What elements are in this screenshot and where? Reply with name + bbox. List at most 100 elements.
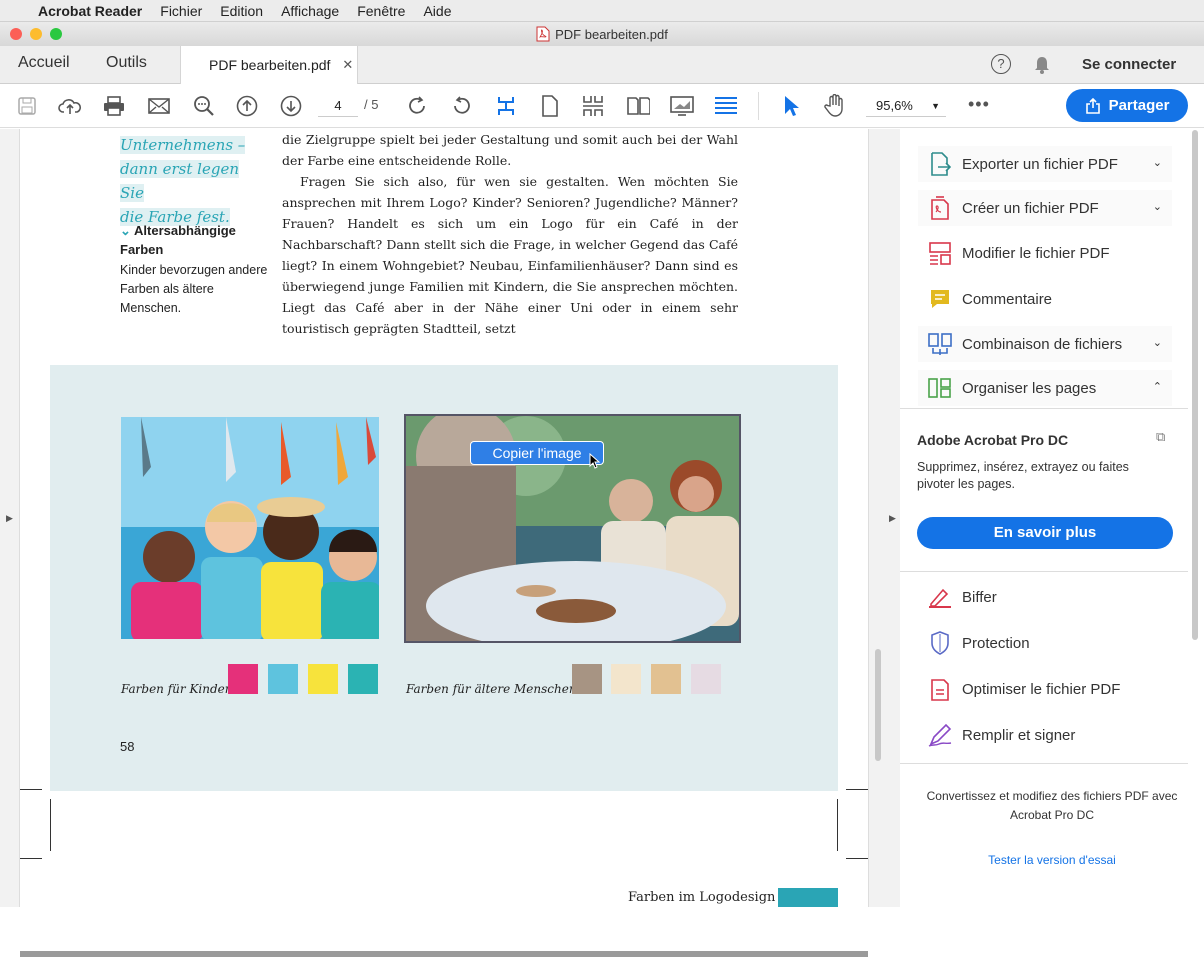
zoom-out-icon[interactable]: [192, 94, 216, 118]
pull-quote: Unternehmens – dann erst legen Sie die F…: [120, 133, 260, 229]
zoom-select[interactable]: 95,6% ▼: [866, 95, 946, 117]
notification-bell-icon[interactable]: [1033, 55, 1051, 75]
menu-affichage[interactable]: Affichage: [281, 3, 339, 19]
window-controls: [10, 28, 62, 40]
page-number: 58: [120, 739, 135, 754]
learn-more-button[interactable]: En savoir plus: [917, 517, 1173, 549]
page-number-input[interactable]: 4: [318, 95, 358, 117]
sign-in-button[interactable]: Se connecter: [1082, 56, 1176, 73]
copy-image-context-menu[interactable]: Copier l'image: [470, 441, 604, 465]
chevron-down-icon[interactable]: ⌄: [1153, 156, 1162, 169]
menu-bar: Acrobat Reader Fichier Edition Affichage…: [0, 0, 1204, 22]
select-cursor-icon[interactable]: [779, 94, 803, 118]
close-tab-icon[interactable]: ✕: [342, 57, 353, 73]
share-button[interactable]: Partager: [1066, 89, 1188, 122]
pdf-file-icon: [536, 26, 550, 42]
tab-tools[interactable]: Outils: [106, 54, 147, 72]
print-icon[interactable]: [102, 94, 126, 118]
tool-optimize-pdf[interactable]: Optimiser le fichier PDF: [918, 671, 1172, 707]
body-text: die Zielgruppe spielt bei jeder Gestaltu…: [282, 129, 738, 339]
tool-edit-pdf[interactable]: Modifier le fichier PDF: [918, 235, 1172, 271]
menu-aide[interactable]: Aide: [423, 3, 451, 19]
color-swatch: [228, 664, 258, 694]
expand-right-icon[interactable]: ▶: [889, 513, 896, 524]
presentation-icon[interactable]: [670, 94, 694, 118]
divider: [900, 571, 1188, 572]
tool-label: Remplir et signer: [962, 726, 1076, 744]
more-options-icon[interactable]: •••: [968, 94, 990, 115]
color-swatch: [308, 664, 338, 694]
upload-cloud-icon[interactable]: [58, 94, 82, 118]
color-swatch: [268, 664, 298, 694]
crop-mark: [837, 799, 838, 851]
try-trial-link[interactable]: Tester la version d'essai: [917, 853, 1187, 867]
upgrade-note: Convertissez et modifiez des fichiers PD…: [926, 789, 1178, 822]
chevron-up-icon[interactable]: ⌃: [1153, 380, 1162, 393]
tool-fill-sign[interactable]: Remplir et signer: [918, 717, 1172, 753]
tool-label: Organiser les pages: [962, 379, 1097, 397]
caption-kids: Farben für Kinder: [121, 682, 231, 696]
save-icon[interactable]: [15, 94, 39, 118]
organize-pages-icon: [918, 376, 962, 400]
divider: [900, 408, 1188, 409]
hand-tool-icon[interactable]: [823, 94, 847, 118]
color-swatch: [611, 664, 641, 694]
help-icon[interactable]: ?: [991, 54, 1011, 74]
tab-document[interactable]: PDF bearbeiten.pdf ✕: [180, 46, 358, 84]
chevron-down-icon[interactable]: ⌄: [1153, 200, 1162, 213]
previous-page-icon[interactable]: [235, 94, 259, 118]
rotate-clockwise-icon[interactable]: [405, 94, 429, 118]
children-photo[interactable]: [121, 417, 379, 639]
tool-comment[interactable]: Commentaire: [918, 281, 1172, 317]
close-window-button[interactable]: [10, 28, 22, 40]
left-panel-toggle[interactable]: ▶: [0, 129, 20, 907]
toolbar-divider: [758, 92, 759, 120]
page-total: / 5: [364, 97, 379, 112]
two-page-icon[interactable]: [626, 94, 650, 118]
document-scrollbar[interactable]: [875, 649, 881, 761]
mail-icon[interactable]: [147, 94, 171, 118]
menu-edition[interactable]: Edition: [220, 3, 263, 19]
tool-organize-pages[interactable]: Organiser les pages ⌃: [918, 370, 1172, 406]
acrobat-pro-icon: ⧉: [1156, 429, 1166, 444]
promo-title: Adobe Acrobat Pro DC: [917, 432, 1069, 448]
page-separator: [20, 951, 868, 957]
side-heading-text: Altersabhängige Farben: [120, 223, 236, 257]
menu-app[interactable]: Acrobat Reader: [38, 3, 142, 19]
zoom-window-button[interactable]: [50, 28, 62, 40]
optimize-pdf-icon: [918, 677, 962, 701]
minimize-window-button[interactable]: [30, 28, 42, 40]
crop-mark: [846, 789, 868, 790]
crop-mark: [20, 858, 42, 859]
single-page-icon[interactable]: [538, 94, 562, 118]
tool-protect[interactable]: Protection: [918, 625, 1172, 661]
chevron-down-icon: ▼: [931, 101, 940, 111]
strike-icon: [918, 586, 962, 608]
expand-right-icon[interactable]: ▶: [6, 513, 13, 524]
crop-mark: [20, 789, 42, 790]
divider: [900, 763, 1188, 764]
rotate-counterclockwise-icon[interactable]: [450, 94, 474, 118]
side-body: Kinder bevorzugen andere Farben als älte…: [120, 263, 268, 315]
footer-color-bar: [778, 888, 838, 907]
color-swatch: [651, 664, 681, 694]
fit-width-icon[interactable]: [494, 94, 518, 118]
scroll-mode-icon[interactable]: [581, 94, 605, 118]
menu-fenetre[interactable]: Fenêtre: [357, 3, 405, 19]
tool-strike[interactable]: Biffer: [918, 579, 1172, 615]
zoom-value: 95,6%: [876, 98, 913, 113]
body-paragraph: Fragen Sie sich also, für wen sie gestal…: [282, 174, 738, 336]
window-title: PDF bearbeiten.pdf: [555, 26, 668, 42]
right-panel-toggle[interactable]: ▶: [868, 129, 900, 907]
pull-quote-line: dann erst legen Sie: [120, 160, 239, 202]
tool-create-pdf[interactable]: Créer un fichier PDF ⌄: [918, 190, 1172, 226]
next-page-icon[interactable]: [279, 94, 303, 118]
chevron-down-icon[interactable]: ⌄: [1153, 336, 1162, 349]
tab-home[interactable]: Accueil: [18, 54, 70, 72]
tool-combine-files[interactable]: Combinaison de fichiers ⌄: [918, 326, 1172, 362]
menu-fichier[interactable]: Fichier: [160, 3, 202, 19]
tools-panel-scrollbar[interactable]: [1190, 130, 1200, 640]
edit-pdf-icon: [918, 241, 962, 265]
tool-export-pdf[interactable]: Exporter un fichier PDF ⌄: [918, 146, 1172, 182]
read-mode-icon[interactable]: [714, 94, 738, 118]
